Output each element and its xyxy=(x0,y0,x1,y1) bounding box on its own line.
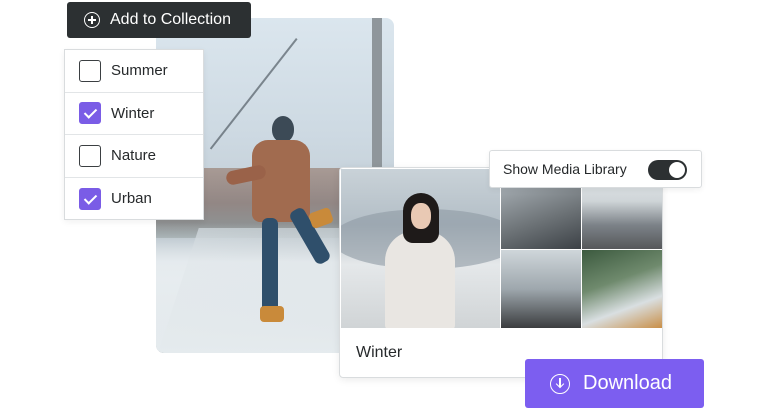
collection-label: Nature xyxy=(111,147,157,165)
download-label: Download xyxy=(583,372,672,394)
collection-item-winter[interactable]: Winter xyxy=(65,93,203,135)
show-media-library-toggle[interactable]: Show Media Library xyxy=(489,150,702,188)
plus-circle-icon xyxy=(84,12,100,28)
collection-item-urban[interactable]: Urban xyxy=(65,178,203,221)
checkbox[interactable] xyxy=(79,102,101,125)
collection-item-nature[interactable]: Nature xyxy=(65,135,203,178)
toggle-switch[interactable] xyxy=(648,160,687,180)
collection-item-summer[interactable]: Summer xyxy=(65,50,203,93)
toggle-label: Show Media Library xyxy=(503,161,627,177)
add-to-collection-button[interactable]: Add to Collection xyxy=(67,2,251,38)
collection-label: Winter xyxy=(111,104,155,122)
media-thumbnail[interactable] xyxy=(501,250,581,328)
media-card-title: Winter xyxy=(356,344,403,361)
collection-label: Urban xyxy=(111,190,152,208)
collection-label: Summer xyxy=(111,62,168,80)
checkbox[interactable] xyxy=(79,59,101,82)
collection-list: Summer Winter Nature Urban xyxy=(64,49,204,220)
media-thumbnail[interactable] xyxy=(582,250,662,328)
checkbox[interactable] xyxy=(79,187,101,210)
add-to-collection-label: Add to Collection xyxy=(110,11,231,28)
toggle-knob xyxy=(669,162,685,178)
media-thumbnail-main[interactable] xyxy=(341,169,500,328)
checkbox[interactable] xyxy=(79,144,101,167)
media-card[interactable]: Winter xyxy=(339,167,663,378)
download-circle-icon xyxy=(550,373,570,394)
download-button[interactable]: Download xyxy=(525,359,704,408)
